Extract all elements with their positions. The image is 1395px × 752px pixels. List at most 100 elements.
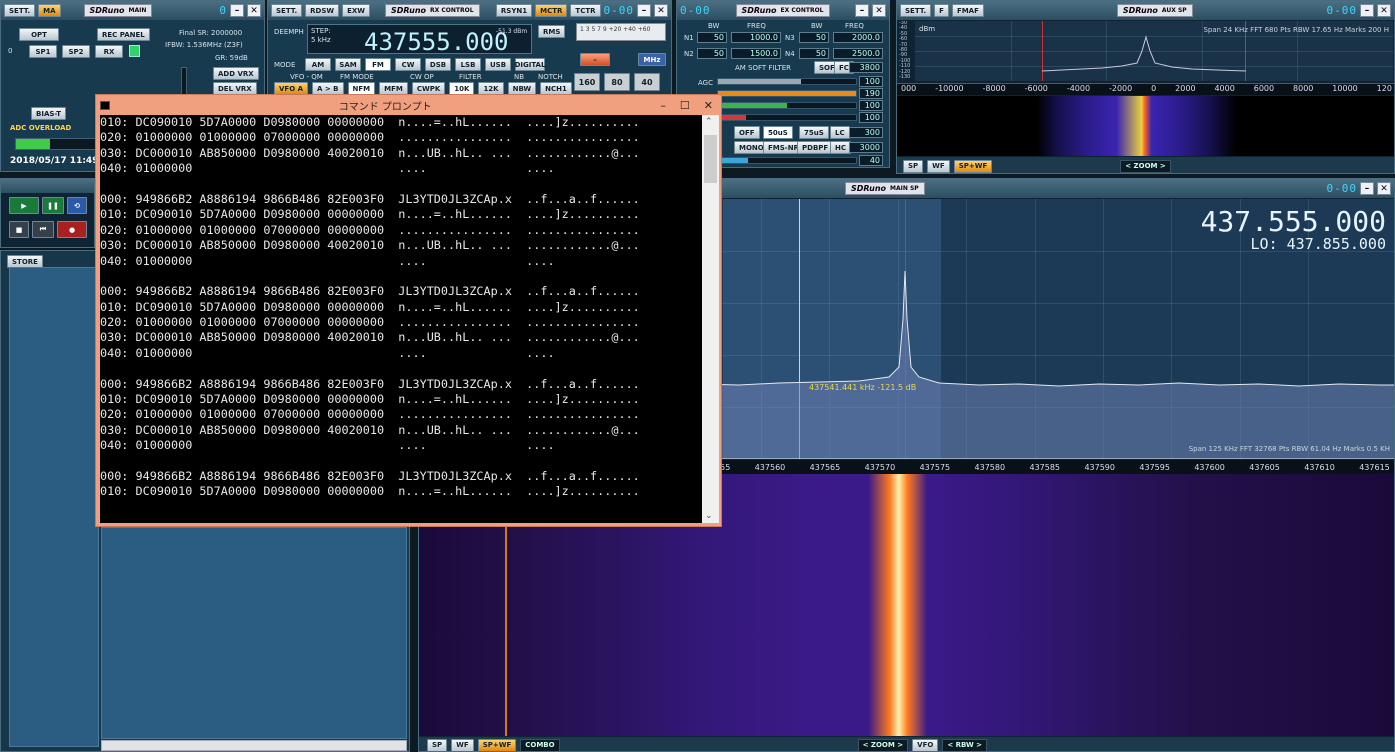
close-icon[interactable]: ✕ <box>1377 4 1391 17</box>
store-list-2[interactable] <box>101 527 407 739</box>
minimize-icon[interactable]: – <box>855 4 869 17</box>
sett-button[interactable]: SETT. <box>900 4 932 17</box>
rx-button[interactable]: RX <box>95 45 123 58</box>
loop-button[interactable]: ⟲ <box>67 197 87 214</box>
ma-button[interactable]: MA <box>38 4 61 17</box>
rsyn1-button[interactable]: RSYN1 <box>495 4 533 17</box>
tctr-button[interactable]: TCTR <box>570 4 601 17</box>
sp-wf-button[interactable]: SP+WF <box>953 159 993 173</box>
command-prompt-window[interactable]: コマンド プロンプト – ☐ ✕ 010: DC090010 5D7A0000 D0… <box>95 94 722 527</box>
mode-dsb-button[interactable]: DSB <box>425 58 451 71</box>
maximize-icon[interactable]: ☐ <box>680 99 690 112</box>
50us-button[interactable]: 50uS <box>763 126 793 139</box>
close-icon[interactable]: ✕ <box>872 4 886 17</box>
sp-button[interactable]: SP <box>427 738 448 751</box>
rms-button[interactable]: RMS <box>538 25 566 38</box>
pause-button[interactable]: ❚❚ <box>42 197 64 214</box>
sp1-button[interactable]: SP1 <box>29 45 57 58</box>
bias-t-button[interactable]: BIAS-T <box>31 107 67 120</box>
rec-panel-button[interactable]: REC PANEL <box>97 28 150 41</box>
minimize-icon[interactable]: – <box>660 99 666 112</box>
n2-bw[interactable]: 50 <box>697 48 727 59</box>
n3-bw[interactable]: 50 <box>799 32 829 43</box>
main-panel-titlebar: SETT. MA SDRuno MAIN 0 – ✕ <box>1 1 264 20</box>
play-button[interactable]: ▶ <box>9 197 39 214</box>
wf-button[interactable]: WF <box>451 738 474 751</box>
sett-button[interactable]: SETT. <box>4 4 36 17</box>
scroll-up-icon[interactable]: ⌃ <box>705 117 713 127</box>
mode-digital-button[interactable]: DIGITAL <box>515 58 545 71</box>
stop-button[interactable]: ■ <box>9 221 29 238</box>
fc-value[interactable]: 3800 <box>849 62 883 73</box>
opt-button[interactable]: OPT <box>19 28 59 41</box>
rewind-button[interactable]: ⏮ <box>32 221 54 238</box>
n3-freq[interactable]: 2000.0 <box>833 32 883 43</box>
n4-bw[interactable]: 50 <box>799 48 829 59</box>
mode-usb-button[interactable]: USB <box>485 58 511 71</box>
sp2-button[interactable]: SP2 <box>62 45 90 58</box>
console-titlebar[interactable]: コマンド プロンプト – ☐ ✕ <box>96 95 721 115</box>
minimize-icon[interactable]: – <box>230 4 244 17</box>
knob-80[interactable]: 80 <box>604 73 630 91</box>
hc-value[interactable]: 3000 <box>849 142 883 153</box>
aux-spectrum[interactable]: dBm Span 24 KHz FFT 680 Pts RBW 17.65 Hz… <box>915 21 1393 81</box>
n1-bw[interactable]: 50 <box>697 32 727 43</box>
mctr-button[interactable]: MCTR <box>535 4 568 17</box>
zoom-control[interactable]: < ZOOM > <box>1120 159 1171 173</box>
aux-waterfall[interactable] <box>897 96 1394 156</box>
mode-am-button[interactable]: AM <box>305 58 331 71</box>
mhz-button[interactable]: MHz <box>638 53 666 66</box>
add-vrx-button[interactable]: ADD VRX <box>213 67 259 80</box>
mode-fm-button[interactable]: FM <box>365 58 391 71</box>
minimize-icon[interactable]: – <box>637 4 651 17</box>
wf-button[interactable]: WF <box>927 159 950 173</box>
75us-button[interactable]: 75uS <box>799 126 829 139</box>
lc-button[interactable]: LC <box>830 126 850 139</box>
filter-label: FILTER <box>459 73 482 81</box>
close-icon[interactable]: ✕ <box>1377 182 1391 195</box>
n2-freq[interactable]: 1500.0 <box>731 48 781 59</box>
console-output[interactable]: 010: DC090010 5D7A0000 D0980000 00000000… <box>100 115 702 523</box>
store-scrollbar[interactable] <box>101 740 407 751</box>
level-bar-6[interactable] <box>717 157 857 164</box>
record-button[interactable]: ● <box>57 221 87 238</box>
console-scrollbar[interactable]: ⌃ ⌄ <box>702 115 719 523</box>
close-icon[interactable]: ✕ <box>247 4 261 17</box>
off-button[interactable]: OFF <box>734 126 760 139</box>
vfo-button[interactable]: VFO <box>912 738 939 751</box>
scroll-down-icon[interactable]: ⌄ <box>705 511 713 521</box>
scroll-thumb[interactable] <box>704 135 717 183</box>
sett-button[interactable]: SETT. <box>271 4 303 17</box>
mode-cw-button[interactable]: CW <box>395 58 421 71</box>
minimize-icon[interactable]: – <box>1360 4 1374 17</box>
mode-sam-button[interactable]: SAM <box>335 58 361 71</box>
minimize-icon[interactable]: – <box>1360 182 1374 195</box>
fmaf-button[interactable]: FMAF <box>951 4 984 17</box>
sp-button[interactable]: SP <box>903 159 924 173</box>
knob-160[interactable]: 160 <box>574 73 600 91</box>
knob-40[interactable]: 40 <box>634 73 660 91</box>
rdsw-button[interactable]: RDSW <box>305 4 340 17</box>
sp-wf-button[interactable]: SP+WF <box>477 738 517 751</box>
level-bar-2[interactable] <box>717 90 857 97</box>
mode-lsb-button[interactable]: LSB <box>455 58 481 71</box>
level-bar-4[interactable] <box>717 114 857 121</box>
console-line: 010: DC090010 5D7A0000 D0980000 00000000… <box>100 392 640 407</box>
level-bar-3[interactable] <box>717 102 857 109</box>
frequency-display[interactable]: STEP: 5 kHz 437555.000 -51.3 dBm <box>307 24 532 56</box>
rbw-control[interactable]: < RBW > <box>942 738 988 751</box>
agc-bar[interactable] <box>717 78 857 85</box>
close-icon[interactable]: ✕ <box>704 99 713 112</box>
pdbpf-button[interactable]: PDBPF <box>797 141 834 154</box>
combo-button[interactable]: COMBO <box>520 738 560 751</box>
exw-button[interactable]: EXW <box>342 4 371 17</box>
f-button[interactable]: F <box>934 4 949 17</box>
n4-freq[interactable]: 2500.0 <box>833 48 883 59</box>
store-list[interactable] <box>9 267 99 747</box>
lc-value[interactable]: 300 <box>849 127 883 138</box>
minus-button[interactable]: – <box>580 53 610 66</box>
close-icon[interactable]: ✕ <box>654 4 668 17</box>
zoom-control[interactable]: < ZOOM > <box>857 738 909 751</box>
hc-button[interactable]: HC <box>830 141 851 154</box>
n1-freq[interactable]: 1000.0 <box>731 32 781 43</box>
